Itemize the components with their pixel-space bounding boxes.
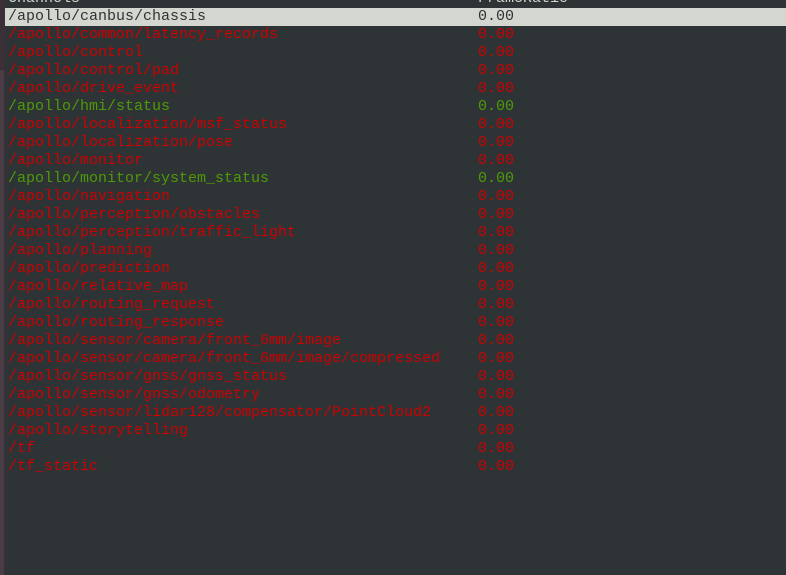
- channel-name: /apollo/perception/traffic_light: [8, 224, 297, 241]
- frame-ratio: 0.00: [478, 278, 515, 295]
- window-edge-shade: [0, 70, 4, 575]
- channel-name: /apollo/canbus/chassis: [8, 8, 207, 25]
- channel-name: /apollo/routing_response: [8, 314, 225, 331]
- channel-name: /apollo/relative_map: [8, 278, 189, 295]
- channel-name: /apollo/sensor/camera/front_6mm/image/co…: [8, 350, 441, 367]
- channel-row[interactable]: /apollo/sensor/gnss/odometry 0.00: [5, 386, 786, 404]
- channel-name: /apollo/prediction: [8, 260, 171, 277]
- frame-ratio: 0.00: [478, 404, 515, 421]
- frame-ratio: 0.00: [478, 80, 515, 97]
- channel-row[interactable]: /apollo/routing_request 0.00: [5, 296, 786, 314]
- frame-ratio: 0.00: [478, 260, 515, 277]
- frame-ratio: 0.00: [478, 116, 515, 133]
- frame-ratio: 0.00: [478, 368, 515, 385]
- frame-ratio: 0.00: [478, 440, 515, 457]
- channel-row[interactable]: /apollo/relative_map 0.00: [5, 278, 786, 296]
- channel-row[interactable]: /apollo/perception/obstacles 0.00: [5, 206, 786, 224]
- channel-row[interactable]: /apollo/sensor/lidar128/compensator/Poin…: [5, 404, 786, 422]
- terminal: Channels FrameRatio /apollo/canbus/chass…: [5, 0, 786, 476]
- channel-name: /apollo/control: [8, 44, 144, 61]
- header-channels: Channels: [5, 0, 478, 8]
- channel-name: /apollo/monitor: [8, 152, 144, 169]
- frame-ratio: 0.00: [478, 332, 515, 349]
- channel-row[interactable]: /apollo/hmi/status 0.00: [5, 98, 786, 116]
- channel-row[interactable]: /apollo/sensor/camera/front_6mm/image 0.0…: [5, 332, 786, 350]
- header-frame-ratio: FrameRatio: [478, 0, 786, 8]
- channel-name: /tf: [8, 440, 36, 457]
- channel-row[interactable]: /apollo/planning 0.00: [5, 242, 786, 260]
- channel-name: /apollo/planning: [8, 242, 153, 259]
- frame-ratio: 0.00: [478, 350, 515, 367]
- channel-row[interactable]: /apollo/prediction 0.00: [5, 260, 786, 278]
- channel-name: /apollo/sensor/lidar128/compensator/Poin…: [8, 404, 432, 421]
- frame-ratio: 0.00: [478, 422, 515, 439]
- channel-name: /apollo/monitor/system_status: [8, 170, 270, 187]
- frame-ratio: 0.00: [478, 152, 515, 169]
- channel-name: /apollo/storytelling: [8, 422, 189, 439]
- frame-ratio: 0.00: [478, 134, 515, 151]
- frame-ratio: 0.00: [478, 8, 515, 25]
- channel-name: /apollo/sensor/gnss/odometry: [8, 386, 261, 403]
- channel-row[interactable]: /apollo/navigation 0.00: [5, 188, 786, 206]
- frame-ratio: 0.00: [478, 98, 515, 115]
- channel-row[interactable]: /tf 0.00: [5, 440, 786, 458]
- frame-ratio: 0.00: [478, 386, 515, 403]
- channel-row[interactable]: /apollo/common/latency_records 0.00: [5, 26, 786, 44]
- frame-ratio: 0.00: [478, 188, 515, 205]
- channel-row[interactable]: /apollo/monitor/system_status 0.00: [5, 170, 786, 188]
- frame-ratio: 0.00: [478, 224, 515, 241]
- channel-row[interactable]: /apollo/monitor 0.00: [5, 152, 786, 170]
- channel-row[interactable]: /apollo/perception/traffic_light 0.00: [5, 224, 786, 242]
- channel-name: /tf_static: [8, 458, 99, 475]
- frame-ratio: 0.00: [478, 26, 515, 43]
- channel-name: /apollo/common/latency_records: [8, 26, 279, 43]
- channel-row[interactable]: /apollo/localization/msf_status 0.00: [5, 116, 786, 134]
- frame-ratio: 0.00: [478, 206, 515, 223]
- frame-ratio: 0.00: [478, 458, 515, 475]
- channel-name: /apollo/routing_request: [8, 296, 216, 313]
- channel-name: /apollo/sensor/camera/front_6mm/image: [8, 332, 342, 349]
- channel-row[interactable]: /tf_static 0.00: [5, 458, 786, 476]
- channel-name: /apollo/perception/obstacles: [8, 206, 261, 223]
- channel-row[interactable]: /apollo/control/pad 0.00: [5, 62, 786, 80]
- channel-name: /apollo/navigation: [8, 188, 171, 205]
- frame-ratio: 0.00: [478, 314, 515, 331]
- channel-row[interactable]: /apollo/localization/pose 0.00: [5, 134, 786, 152]
- channel-name: /apollo/control/pad: [8, 62, 180, 79]
- channel-row[interactable]: /apollo/storytelling 0.00: [5, 422, 786, 440]
- channel-name: /apollo/drive_event: [8, 80, 180, 97]
- column-header-row: Channels FrameRatio: [5, 0, 786, 8]
- channel-name: /apollo/localization/msf_status: [8, 116, 288, 133]
- frame-ratio: 0.00: [478, 242, 515, 259]
- channel-list: /apollo/canbus/chassis 0.00/apollo/common…: [5, 8, 786, 476]
- channel-row[interactable]: /apollo/routing_response 0.00: [5, 314, 786, 332]
- channel-row[interactable]: /apollo/drive_event 0.00: [5, 80, 786, 98]
- channel-row[interactable]: /apollo/sensor/gnss/gnss_status 0.00: [5, 368, 786, 386]
- channel-name: /apollo/sensor/gnss/gnss_status: [8, 368, 288, 385]
- frame-ratio: 0.00: [478, 62, 515, 79]
- frame-ratio: 0.00: [478, 170, 515, 187]
- frame-ratio: 0.00: [478, 44, 515, 61]
- channel-name: /apollo/hmi/status: [8, 98, 171, 115]
- frame-ratio: 0.00: [478, 296, 515, 313]
- channel-row[interactable]: /apollo/sensor/camera/front_6mm/image/co…: [5, 350, 786, 368]
- channel-row[interactable]: /apollo/control 0.00: [5, 44, 786, 62]
- channel-row[interactable]: /apollo/canbus/chassis 0.00: [5, 8, 786, 26]
- channel-name: /apollo/localization/pose: [8, 134, 234, 151]
